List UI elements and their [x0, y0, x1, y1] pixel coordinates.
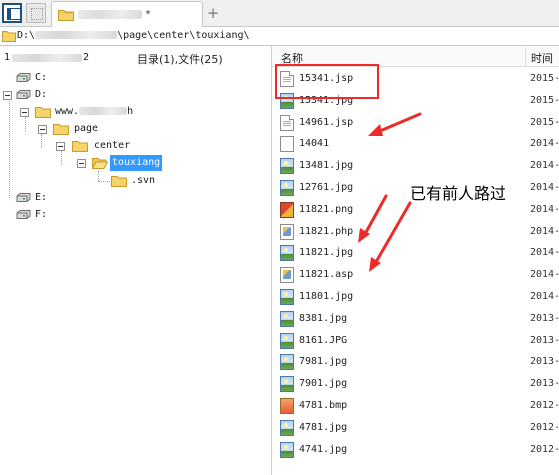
arrow-2 — [358, 194, 388, 243]
annotation-arrows — [358, 112, 422, 272]
arrow-1 — [368, 112, 422, 136]
